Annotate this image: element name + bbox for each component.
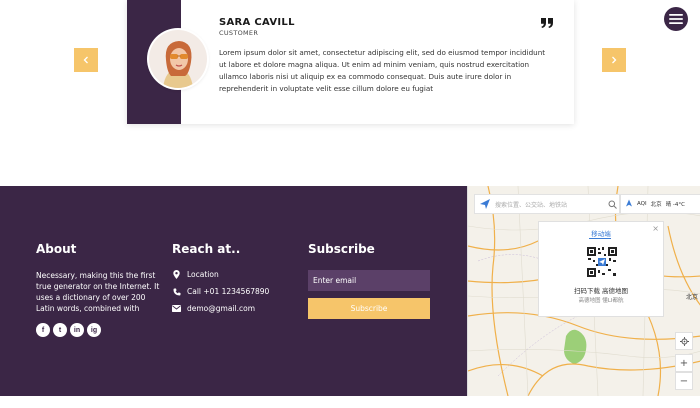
envelope-icon bbox=[172, 304, 181, 313]
subscribe-email-input[interactable]: Enter email bbox=[308, 270, 430, 291]
locate-icon bbox=[679, 336, 689, 346]
hamburger-icon bbox=[669, 14, 683, 24]
linkedin-icon[interactable]: in bbox=[70, 323, 84, 337]
footer-about: About Necessary, making this the first t… bbox=[36, 242, 161, 337]
about-heading: About bbox=[36, 242, 77, 256]
about-text: Necessary, making this the first true ge… bbox=[36, 271, 160, 313]
email-link[interactable]: demo@gmail.com bbox=[172, 304, 292, 313]
aqi-label: AQI bbox=[637, 201, 647, 207]
locate-button[interactable] bbox=[675, 332, 693, 350]
subscribe-heading: Subscribe bbox=[308, 242, 375, 256]
amap-logo-icon bbox=[475, 194, 495, 214]
map-toolbar[interactable]: AQI 北京 晴 -4°C bbox=[620, 194, 700, 214]
qr-code-icon bbox=[586, 246, 618, 278]
testimonial-card: SARA CAVILL CUSTOMER Lorem ipsum dolor s… bbox=[127, 0, 574, 124]
instagram-icon[interactable]: ig bbox=[87, 323, 101, 337]
navigation-icon[interactable] bbox=[625, 199, 633, 209]
close-icon[interactable]: × bbox=[652, 224, 659, 233]
footer: About Necessary, making this the first t… bbox=[0, 186, 467, 396]
phone-link[interactable]: Call +01 1234567890 bbox=[172, 287, 292, 296]
location-text: Location bbox=[187, 270, 219, 279]
phone-icon bbox=[172, 287, 181, 296]
zoom-out-button[interactable]: − bbox=[675, 372, 693, 390]
reviewer-role: CUSTOMER bbox=[219, 29, 259, 37]
page: SARA CAVILL CUSTOMER Lorem ipsum dolor s… bbox=[0, 0, 700, 408]
twitter-icon[interactable]: t bbox=[53, 323, 67, 337]
quote-icon bbox=[540, 14, 554, 28]
city-selector[interactable]: 北京 bbox=[651, 200, 662, 208]
city-label: 北京 bbox=[686, 294, 699, 301]
phone-text: Call +01 1234567890 bbox=[187, 287, 270, 296]
popup-title-underline bbox=[589, 238, 611, 239]
facebook-icon[interactable]: f bbox=[36, 323, 50, 337]
menu-button[interactable] bbox=[664, 7, 688, 31]
chevron-right-icon bbox=[612, 56, 617, 64]
social-links: f t in ig bbox=[36, 323, 161, 337]
next-testimonial-button[interactable] bbox=[602, 48, 626, 72]
search-icon[interactable] bbox=[605, 197, 619, 211]
subscribe-button[interactable]: Subscribe bbox=[308, 298, 430, 319]
popup-subtext: 高德地图 懂LI都航 bbox=[578, 298, 624, 304]
map-marker-icon bbox=[172, 270, 181, 279]
zoom-in-button[interactable]: + bbox=[675, 354, 693, 372]
popup-download-text: 扫码下载 高德地图 bbox=[573, 287, 629, 295]
email-text: demo@gmail.com bbox=[187, 304, 256, 313]
prev-testimonial-button[interactable] bbox=[74, 48, 98, 72]
mobile-download-popup: 移动端 × 扫码下载 高德地图 高德地图 懂LI都航 bbox=[538, 221, 664, 317]
reviewer-name: SARA CAVILL bbox=[219, 17, 295, 28]
testimonial-text: Lorem ipsum dolor sit amet, consectetur … bbox=[219, 48, 546, 93]
footer-subscribe: Subscribe Enter email Subscribe bbox=[308, 242, 430, 319]
chevron-left-icon bbox=[83, 56, 88, 64]
map-search-bar[interactable]: 搜索位置、公交站、地铁站 bbox=[474, 194, 620, 214]
location-link[interactable]: Location bbox=[172, 270, 292, 279]
weather-label: 晴 -4°C bbox=[665, 202, 685, 208]
reach-heading: Reach at.. bbox=[172, 242, 241, 256]
popup-title: 移动端 bbox=[591, 230, 611, 238]
map-search-input[interactable]: 搜索位置、公交站、地铁站 bbox=[495, 200, 605, 209]
avatar bbox=[149, 30, 207, 88]
footer-reach: Reach at.. Location Call +01 1234567890 … bbox=[172, 242, 292, 321]
map-widget[interactable]: 搜索位置、公交站、地铁站 AQI 北京 晴 -4°C 移动端 × 扫码下载 高德… bbox=[467, 186, 700, 396]
